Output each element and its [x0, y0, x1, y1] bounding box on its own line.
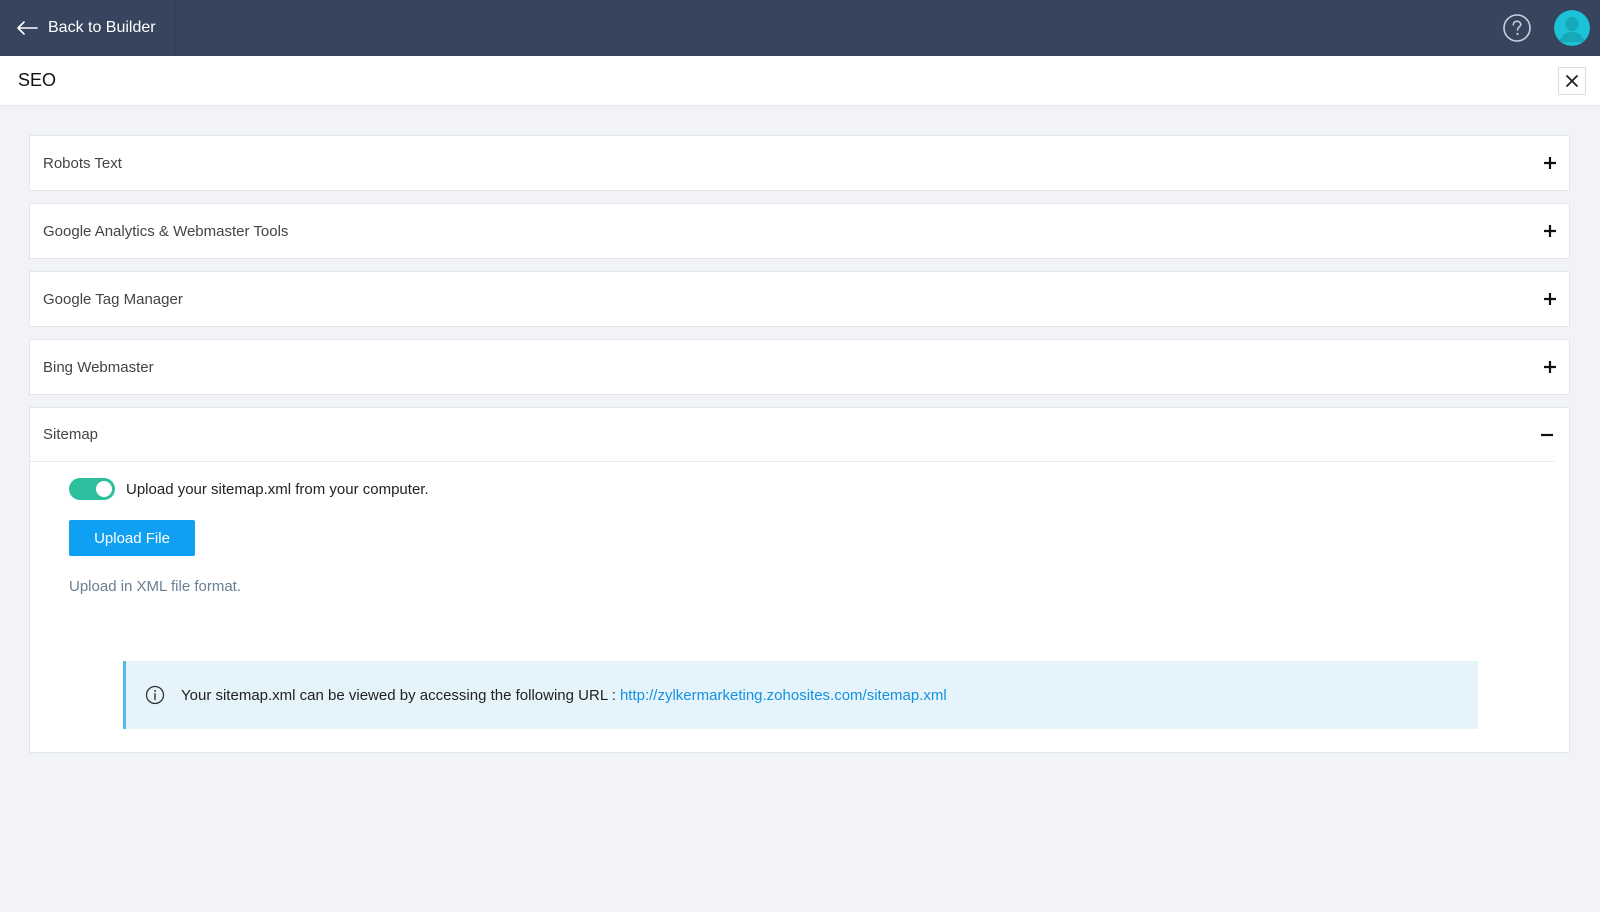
sitemap-panel-body: Upload your sitemap.xml from your comput…: [30, 462, 1569, 752]
panel-title: Google Tag Manager: [43, 290, 183, 308]
sitemap-url-link[interactable]: http://zylkermarketing.zohosites.com/sit…: [620, 687, 947, 704]
panel-title: Robots Text: [43, 154, 122, 172]
sitemap-upload-toggle-row: Upload your sitemap.xml from your comput…: [69, 478, 1569, 500]
top-bar: Back to Builder: [0, 0, 1600, 56]
close-button[interactable]: [1558, 67, 1586, 95]
help-circle-icon[interactable]: [1502, 13, 1532, 43]
sitemap-upload-toggle-label: Upload your sitemap.xml from your comput…: [126, 480, 429, 498]
user-avatar-icon[interactable]: [1554, 10, 1590, 46]
arrow-left-icon: [17, 21, 38, 35]
page-header: SEO: [0, 56, 1600, 106]
page-title: SEO: [18, 70, 57, 90]
panel-google-analytics: Google Analytics & Webmaster Tools: [29, 203, 1570, 259]
minus-icon[interactable]: [1540, 428, 1554, 442]
upload-file-button[interactable]: Upload File: [69, 520, 195, 556]
plus-icon[interactable]: [1543, 156, 1557, 170]
seo-accordion: Robots Text Google Analytics & Webmaster…: [29, 135, 1570, 765]
panel-header-bing-webmaster[interactable]: Bing Webmaster: [30, 340, 1569, 394]
close-icon: [1566, 75, 1578, 87]
plus-icon[interactable]: [1543, 360, 1557, 374]
back-to-builder-button[interactable]: Back to Builder: [0, 0, 175, 56]
panel-header-google-tag-manager[interactable]: Google Tag Manager: [30, 272, 1569, 326]
panel-google-tag-manager: Google Tag Manager: [29, 271, 1570, 327]
plus-icon[interactable]: [1543, 224, 1557, 238]
panel-bing-webmaster: Bing Webmaster: [29, 339, 1570, 395]
panel-title: Google Analytics & Webmaster Tools: [43, 222, 289, 240]
panel-title: Sitemap: [43, 426, 99, 443]
panel-sitemap: Sitemap Upload your sitemap.xml from you…: [29, 407, 1570, 753]
panel-header-robots-text[interactable]: Robots Text: [30, 136, 1569, 190]
sitemap-info-box: Your sitemap.xml can be viewed by access…: [123, 661, 1478, 729]
panel-header-google-analytics[interactable]: Google Analytics & Webmaster Tools: [30, 204, 1569, 258]
plus-icon[interactable]: [1543, 292, 1557, 306]
upload-format-hint: Upload in XML file format.: [69, 578, 242, 595]
sitemap-info-text: Your sitemap.xml can be viewed by access…: [181, 686, 616, 704]
panel-robots-text: Robots Text: [29, 135, 1570, 191]
back-to-builder-label: Back to Builder: [48, 19, 156, 36]
panel-header-sitemap[interactable]: Sitemap: [30, 408, 1554, 462]
info-icon: [145, 685, 165, 705]
toggle-knob: [96, 481, 112, 497]
panel-title: Bing Webmaster: [43, 358, 154, 376]
sitemap-upload-toggle[interactable]: [69, 478, 115, 500]
